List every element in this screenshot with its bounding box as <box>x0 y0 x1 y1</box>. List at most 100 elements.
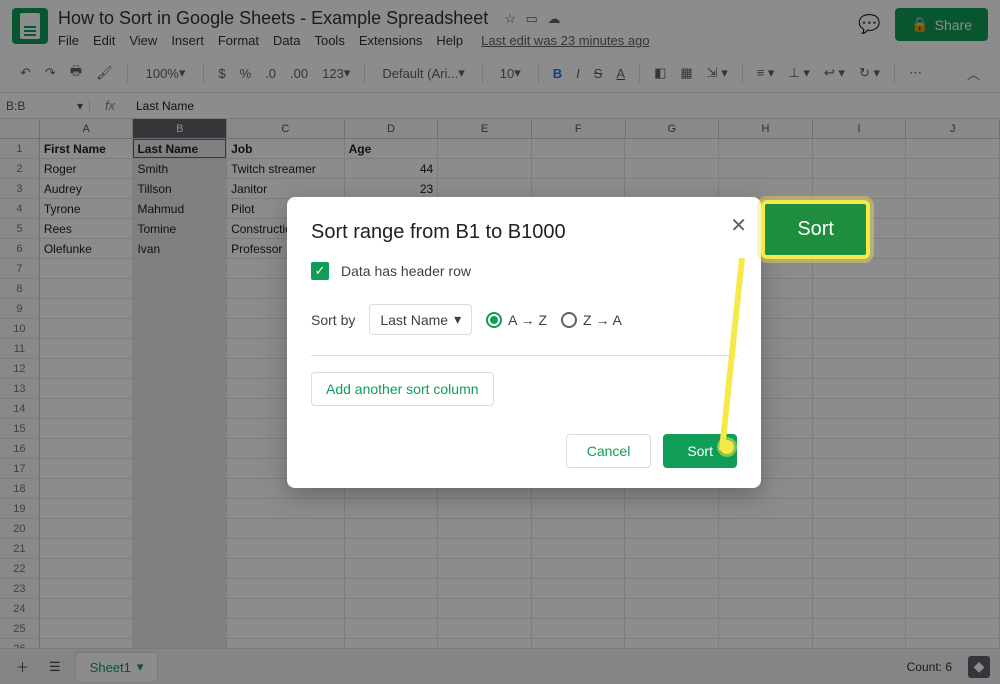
cell[interactable] <box>625 599 719 618</box>
cell[interactable] <box>40 539 134 558</box>
row-head[interactable]: 15 <box>0 419 40 438</box>
cell[interactable]: Audrey <box>40 179 134 198</box>
cancel-button[interactable]: Cancel <box>566 434 652 468</box>
menu-help[interactable]: Help <box>436 33 463 48</box>
row-head[interactable]: 5 <box>0 219 40 238</box>
row-head[interactable]: 17 <box>0 459 40 478</box>
cell[interactable] <box>719 599 813 618</box>
cell[interactable] <box>906 419 1000 438</box>
merge-icon[interactable]: ⇲ ▾ <box>703 63 732 83</box>
cell[interactable] <box>532 619 626 638</box>
text-color-button[interactable]: A <box>612 64 629 83</box>
row-head[interactable]: 25 <box>0 619 40 638</box>
cell[interactable] <box>438 159 532 178</box>
cell[interactable] <box>625 519 719 538</box>
cell[interactable] <box>345 579 439 598</box>
cell[interactable] <box>625 499 719 518</box>
cell[interactable] <box>906 559 1000 578</box>
cell[interactable] <box>133 379 227 398</box>
cell[interactable] <box>133 599 227 618</box>
menu-data[interactable]: Data <box>273 33 300 48</box>
row-head[interactable]: 16 <box>0 439 40 458</box>
cell[interactable] <box>40 279 134 298</box>
cell[interactable] <box>133 259 227 278</box>
cell[interactable] <box>813 319 907 338</box>
strike-button[interactable]: S <box>590 64 607 83</box>
cell[interactable] <box>40 359 134 378</box>
share-button[interactable]: 🔒 Share <box>895 8 988 41</box>
cell[interactable] <box>438 619 532 638</box>
cell[interactable] <box>906 599 1000 618</box>
col-head-J[interactable]: J <box>906 119 1000 138</box>
percent-icon[interactable]: % <box>236 64 256 83</box>
row-head[interactable]: 2 <box>0 159 40 178</box>
cell[interactable]: Smith <box>133 159 227 178</box>
cell[interactable] <box>40 399 134 418</box>
cell[interactable] <box>719 499 813 518</box>
cell[interactable] <box>345 519 439 538</box>
cell[interactable] <box>813 419 907 438</box>
row-head[interactable]: 24 <box>0 599 40 618</box>
cell[interactable] <box>906 579 1000 598</box>
cell[interactable]: Olefunke <box>40 239 134 258</box>
col-head-C[interactable]: C <box>227 119 345 138</box>
cell[interactable] <box>813 359 907 378</box>
cell[interactable] <box>813 499 907 518</box>
cell[interactable] <box>532 499 626 518</box>
cell[interactable] <box>345 619 439 638</box>
row-head[interactable]: 20 <box>0 519 40 538</box>
cell[interactable] <box>133 299 227 318</box>
menu-view[interactable]: View <box>129 33 157 48</box>
cell[interactable] <box>532 519 626 538</box>
header-row-checkbox[interactable]: ✓ <box>311 262 329 280</box>
cell[interactable] <box>133 479 227 498</box>
cell[interactable] <box>906 319 1000 338</box>
col-head-G[interactable]: G <box>626 119 720 138</box>
cell[interactable] <box>906 499 1000 518</box>
cell[interactable] <box>719 559 813 578</box>
cell[interactable] <box>227 539 345 558</box>
fill-color-icon[interactable]: ◧ <box>650 63 670 83</box>
cell[interactable] <box>532 179 626 198</box>
row-head[interactable]: 8 <box>0 279 40 298</box>
wrap-icon[interactable]: ↩ ▾ <box>820 63 849 83</box>
cell[interactable] <box>906 199 1000 218</box>
cell[interactable] <box>40 439 134 458</box>
cell[interactable] <box>813 479 907 498</box>
col-head-A[interactable]: A <box>40 119 134 138</box>
col-head-B[interactable]: B <box>133 119 227 138</box>
cell[interactable] <box>40 579 134 598</box>
cell[interactable] <box>906 179 1000 198</box>
cell[interactable] <box>133 619 227 638</box>
cell[interactable] <box>40 499 134 518</box>
row-head[interactable]: 13 <box>0 379 40 398</box>
cell[interactable] <box>532 579 626 598</box>
cell[interactable] <box>625 179 719 198</box>
col-head-E[interactable]: E <box>438 119 532 138</box>
cell[interactable] <box>133 359 227 378</box>
cell[interactable]: Roger <box>40 159 134 178</box>
cell[interactable] <box>345 559 439 578</box>
cell[interactable] <box>906 339 1000 358</box>
cell[interactable]: Janitor <box>227 179 345 198</box>
halign-icon[interactable]: ≡ ▾ <box>753 63 779 83</box>
row-head[interactable]: 6 <box>0 239 40 258</box>
last-edit-link[interactable]: Last edit was 23 minutes ago <box>481 33 649 48</box>
row-head[interactable]: 21 <box>0 539 40 558</box>
more-icon[interactable]: ⋯ <box>905 63 926 83</box>
row-head[interactable]: 3 <box>0 179 40 198</box>
cell[interactable] <box>532 139 626 158</box>
radio-za[interactable]: Z → A <box>561 312 622 328</box>
count-label[interactable]: Count: 6 <box>907 660 952 674</box>
col-head-I[interactable]: I <box>813 119 907 138</box>
cell[interactable] <box>227 579 345 598</box>
cell[interactable] <box>133 399 227 418</box>
sheets-logo-icon[interactable] <box>12 8 48 44</box>
cell[interactable] <box>906 139 1000 158</box>
cell[interactable] <box>813 619 907 638</box>
cell[interactable] <box>813 159 907 178</box>
sort-column-select[interactable]: Last Name▾ <box>369 304 472 335</box>
menu-extensions[interactable]: Extensions <box>359 33 423 48</box>
cell[interactable] <box>227 559 345 578</box>
star-icon[interactable]: ☆ <box>504 11 516 26</box>
